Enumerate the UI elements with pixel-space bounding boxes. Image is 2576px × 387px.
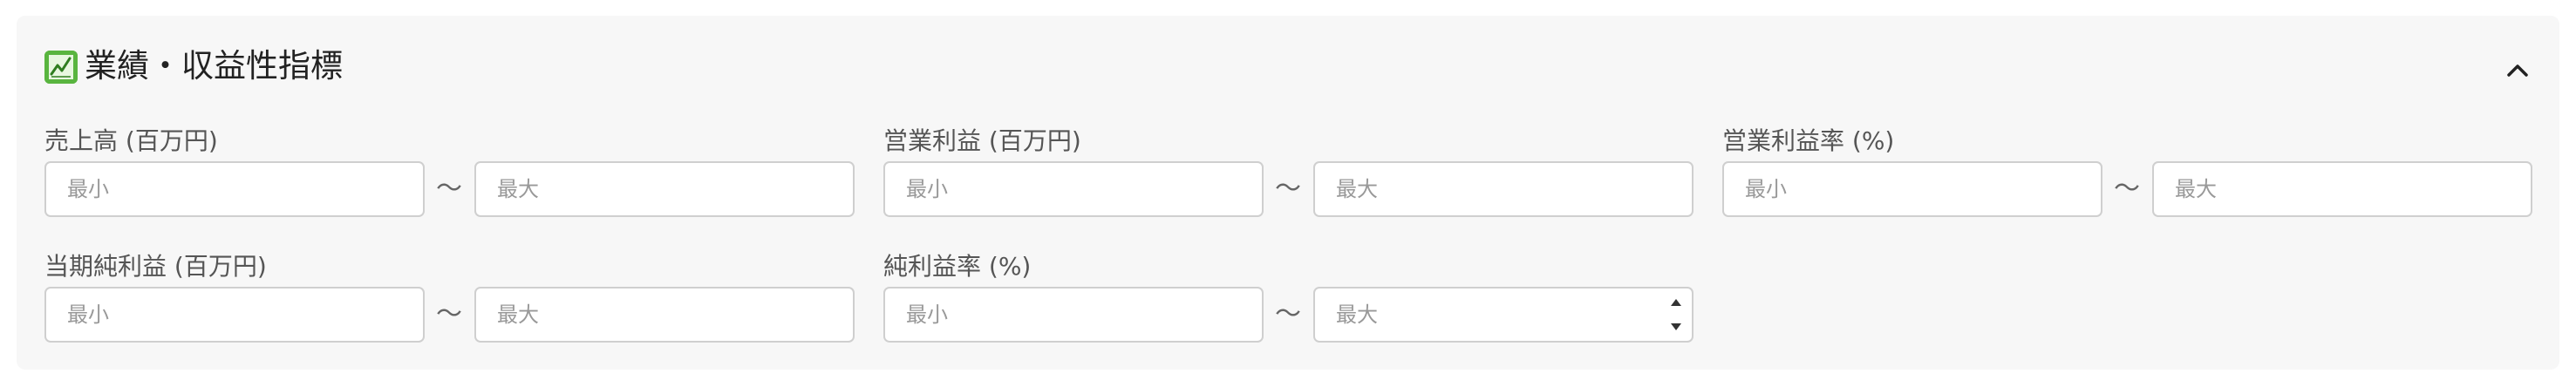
spinner-down-icon[interactable] (1665, 315, 1687, 340)
range-separator: 〜 (2114, 173, 2140, 204)
operating-margin-min-input[interactable] (1722, 161, 2102, 217)
operating-profit-min-input[interactable] (883, 161, 1264, 217)
performance-profitability-section: 業績・収益性指標 売上高 (百万円) 〜 営業利益 (百万円) 〜 営業利益率 … (17, 16, 2559, 370)
operating-profit-label: 営業利益 (百万円) (883, 126, 1081, 155)
revenue-min-input[interactable] (44, 161, 425, 217)
range-separator: 〜 (1275, 299, 1301, 329)
net-margin-label: 純利益率 (%) (883, 252, 1032, 281)
section-header[interactable]: 業績・収益性指標 (17, 16, 2559, 119)
net-income-min-input[interactable] (44, 287, 425, 343)
range-separator: 〜 (1275, 173, 1301, 204)
operating-profit-max-input[interactable] (1313, 161, 1693, 217)
revenue-max-input[interactable] (474, 161, 855, 217)
operating-margin-label: 営業利益率 (%) (1722, 126, 1895, 155)
net-income-label: 当期純利益 (百万円) (44, 252, 267, 281)
chevron-up-icon[interactable] (2500, 52, 2535, 87)
chart-increasing-icon (44, 51, 78, 84)
operating-margin-max-input[interactable] (2152, 161, 2532, 217)
revenue-label: 売上高 (百万円) (44, 126, 218, 155)
spinner-up-icon[interactable] (1665, 289, 1687, 315)
net-income-max-input[interactable] (474, 287, 855, 343)
range-separator: 〜 (436, 173, 462, 204)
net-margin-min-input[interactable] (883, 287, 1264, 343)
range-separator: 〜 (436, 299, 462, 329)
section-title: 業績・収益性指標 (85, 47, 343, 85)
net-margin-max-spinner[interactable] (1665, 289, 1687, 340)
net-margin-max-input[interactable] (1313, 287, 1693, 343)
